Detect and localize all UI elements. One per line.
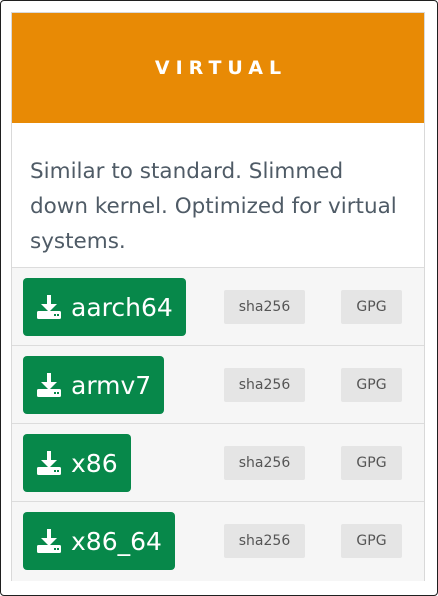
download-button-x86[interactable]: x86 <box>23 434 131 492</box>
download-row-armv7: armv7 sha256 GPG <box>12 346 424 424</box>
release-card: VIRTUAL Similar to standard. Slimmed dow… <box>11 12 425 581</box>
download-icon <box>36 450 62 476</box>
download-list: aarch64 sha256 GPG armv7 sha256 GPG x86 … <box>12 268 424 581</box>
sha256-button[interactable]: sha256 <box>224 524 305 558</box>
download-button-armv7[interactable]: armv7 <box>23 356 165 414</box>
sha256-button[interactable]: sha256 <box>224 368 305 402</box>
download-row-aarch64: aarch64 sha256 GPG <box>12 268 424 346</box>
card-title: VIRTUAL <box>154 57 288 79</box>
sha256-button[interactable]: sha256 <box>224 446 305 480</box>
card-description: Similar to standard. Slimmed down kernel… <box>12 123 424 268</box>
card-header: VIRTUAL <box>12 13 424 123</box>
download-label: armv7 <box>71 370 152 400</box>
gpg-button[interactable]: GPG <box>341 446 402 480</box>
sha256-button[interactable]: sha256 <box>224 290 305 324</box>
download-label: x86 <box>71 448 118 478</box>
download-button-aarch64[interactable]: aarch64 <box>23 278 186 336</box>
download-row-x86_64: x86_64 sha256 GPG <box>12 502 424 581</box>
download-label: x86_64 <box>71 526 162 556</box>
download-label: aarch64 <box>71 292 173 322</box>
gpg-button[interactable]: GPG <box>341 290 402 324</box>
gpg-button[interactable]: GPG <box>341 524 402 558</box>
download-row-x86: x86 sha256 GPG <box>12 424 424 502</box>
download-icon <box>36 294 62 320</box>
download-icon <box>36 372 62 398</box>
download-button-x86_64[interactable]: x86_64 <box>23 512 175 570</box>
download-icon <box>36 528 62 554</box>
gpg-button[interactable]: GPG <box>341 368 402 402</box>
